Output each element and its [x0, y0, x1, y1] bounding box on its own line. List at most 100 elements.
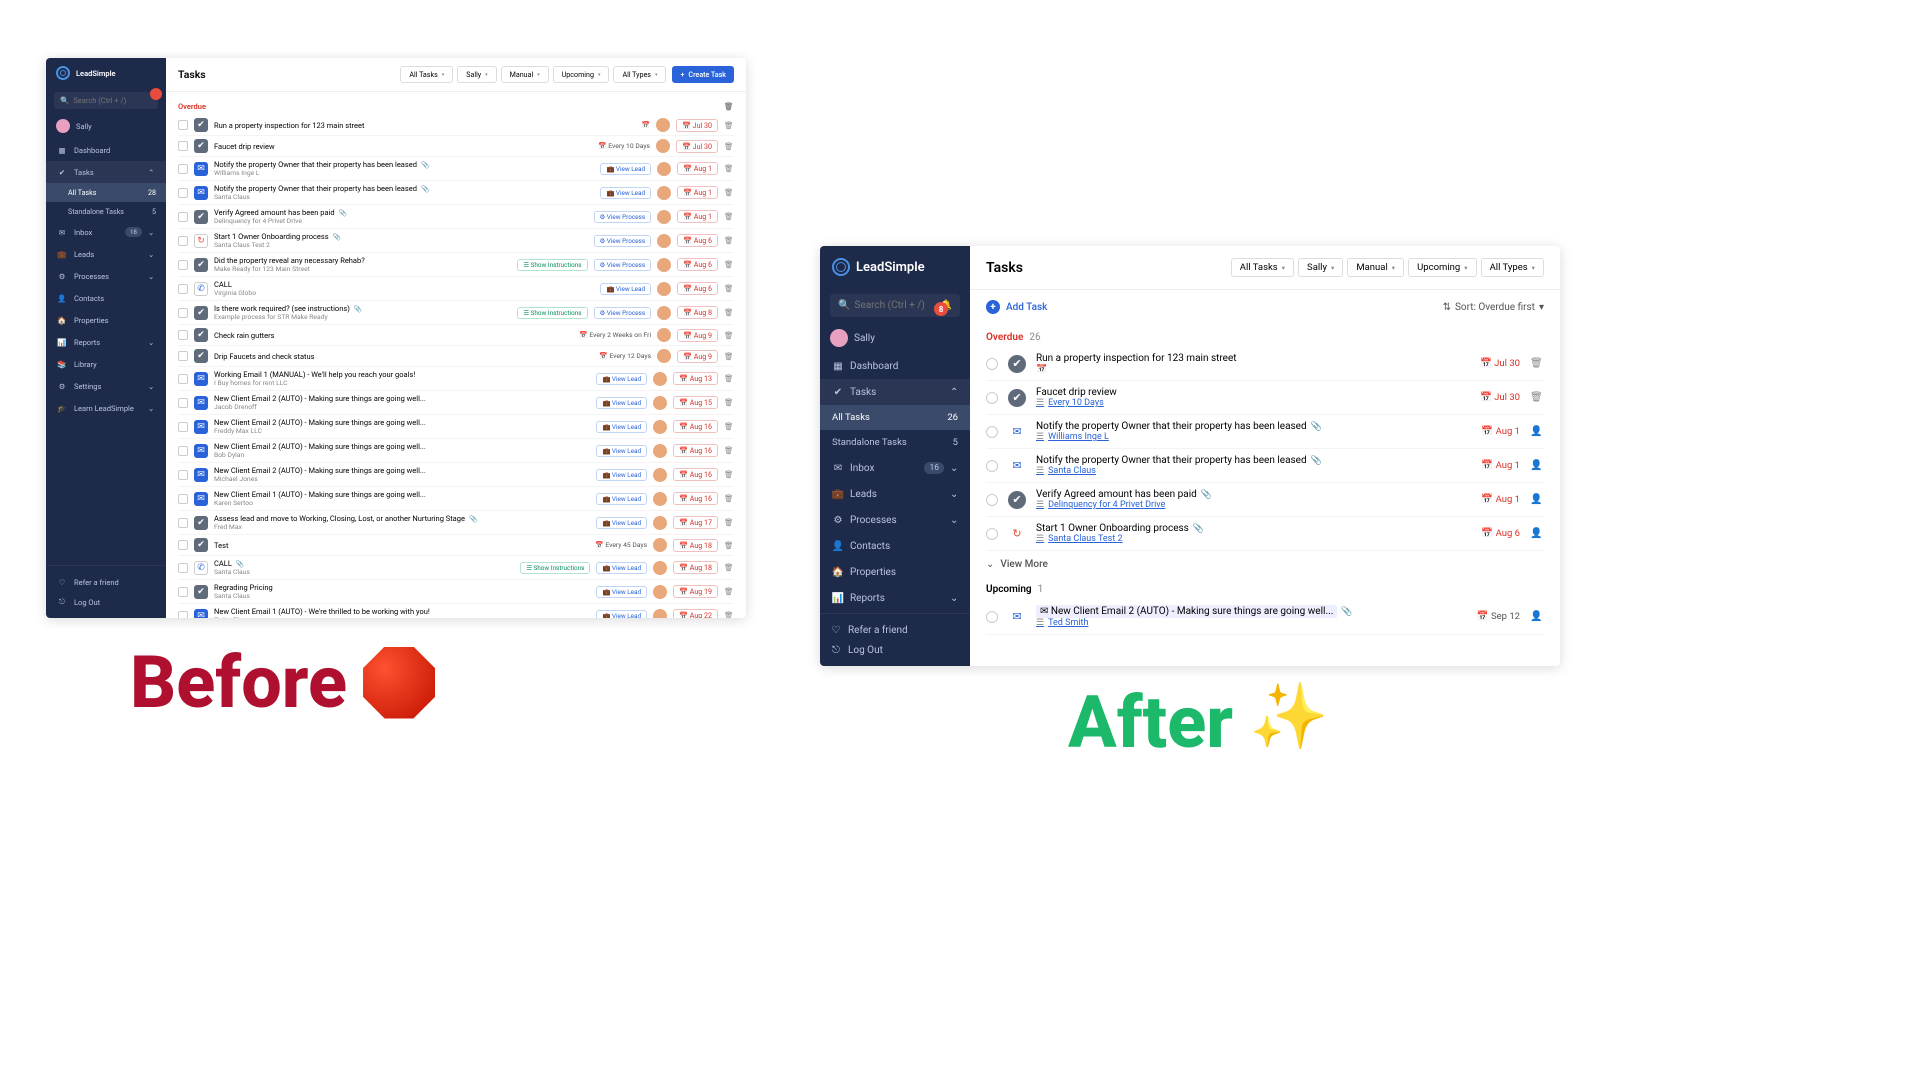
task-row[interactable]: ✔ Check rain gutters 📅 Every 2 Weeks on …: [178, 325, 734, 346]
sidebar-item-dashboard[interactable]: ▦ Dashboard: [820, 353, 970, 379]
task-checkbox[interactable]: [178, 188, 188, 198]
task-checkbox[interactable]: [178, 563, 188, 573]
trash-icon[interactable]: 🗑: [724, 121, 734, 130]
filter-manual[interactable]: Manual▾: [501, 66, 549, 83]
trash-icon[interactable]: 🗑: [724, 102, 734, 111]
search-input[interactable]: [73, 96, 152, 105]
view-pill[interactable]: 💼 View Lead: [596, 469, 647, 481]
task-checkbox[interactable]: [178, 120, 188, 130]
show-instructions-pill[interactable]: ☰ Show Instructions: [517, 259, 587, 271]
view-pill[interactable]: 💼 View Lead: [596, 517, 647, 529]
view-pill[interactable]: 💼 View Lead: [596, 586, 647, 598]
trash-icon[interactable]: 🗑: [724, 352, 734, 361]
task-checkbox[interactable]: [178, 260, 188, 270]
task-row[interactable]: ✉ ✉ New Client Email 2 (AUTO) - Making s…: [986, 599, 1544, 635]
task-row[interactable]: ✔ Run a property inspection for 123 main…: [178, 115, 734, 136]
task-row[interactable]: ✔ Verify Agreed amount has been paid 📎 D…: [178, 205, 734, 229]
task-row[interactable]: ✔ Faucet drip review 📅 Every 10 Days 📅 J…: [178, 136, 734, 157]
footer-log-out[interactable]: ⎋Log Out: [56, 592, 156, 612]
view-pill[interactable]: ⚙ View Process: [594, 259, 652, 271]
view-pill[interactable]: 💼 View Lead: [600, 283, 651, 295]
task-row[interactable]: ✉ New Client Email 1 (AUTO) - Making sur…: [178, 487, 734, 511]
show-instructions-pill[interactable]: ☰ Show Instructions: [520, 562, 590, 574]
task-row[interactable]: ✉ Notify the property Owner that their p…: [986, 449, 1544, 483]
task-row[interactable]: ↻ Start 1 Owner Onboarding process 📎 ☰ S…: [986, 517, 1544, 551]
view-pill[interactable]: 💼 View Lead: [596, 421, 647, 433]
sidebar-item-properties[interactable]: 🏠 Properties: [820, 559, 970, 585]
task-checkbox[interactable]: [178, 374, 188, 384]
filter-upcoming[interactable]: Upcoming▾: [1408, 258, 1476, 277]
sidebar-item-library[interactable]: 📚 Library: [46, 353, 166, 375]
task-row[interactable]: ✉ New Client Email 2 (AUTO) - Making sur…: [178, 463, 734, 487]
sidebar-item-properties[interactable]: 🏠 Properties: [46, 309, 166, 331]
task-row[interactable]: ✆ CALL Virginia Globo 💼 View Lead 📅 Aug …: [178, 277, 734, 301]
task-row[interactable]: ✉ New Client Email 1 (AUTO) - We're thri…: [178, 604, 734, 618]
person-icon[interactable]: 👤: [1530, 528, 1544, 539]
sidebar-subitem-standalone-tasks[interactable]: Standalone Tasks5: [820, 430, 970, 455]
sidebar-subitem-standalone-tasks[interactable]: Standalone Tasks5: [46, 202, 166, 221]
task-subtitle[interactable]: ☰ Delinquency for 4 Privet Drive: [1036, 500, 1471, 510]
filter-sally[interactable]: Sally▾: [1298, 258, 1343, 277]
sidebar-item-leads[interactable]: 💼 Leads ⌄: [820, 481, 970, 507]
person-icon[interactable]: 👤: [1530, 460, 1544, 471]
search-bar[interactable]: 🔍: [54, 92, 158, 109]
task-radio[interactable]: [986, 611, 998, 623]
trash-icon[interactable]: 🗑: [724, 587, 734, 596]
task-subtitle[interactable]: ☰ Santa Claus: [1036, 466, 1471, 476]
task-checkbox[interactable]: [178, 164, 188, 174]
task-radio[interactable]: [986, 528, 998, 540]
task-subtitle[interactable]: ☰ Every 10 Days: [1036, 398, 1470, 408]
task-checkbox[interactable]: [178, 540, 188, 550]
trash-icon[interactable]: 🗑: [724, 446, 734, 455]
view-pill[interactable]: 💼 View Lead: [600, 163, 651, 175]
filter-all-types[interactable]: All Types▾: [613, 66, 666, 83]
view-pill[interactable]: 💼 View Lead: [596, 562, 647, 574]
task-row[interactable]: ✉ Notify the property Owner that their p…: [178, 157, 734, 181]
task-radio[interactable]: [986, 426, 998, 438]
bell-icon[interactable]: 🔔8: [940, 300, 952, 311]
footer-refer-a-friend[interactable]: ♡Refer a friend: [830, 620, 960, 640]
add-task-button[interactable]: + Add Task: [986, 300, 1047, 314]
sidebar-item-inbox[interactable]: ✉ Inbox 16 ⌄: [820, 455, 970, 481]
task-row[interactable]: ✔ Faucet drip review ☰ Every 10 Days 📅 J…: [986, 381, 1544, 415]
trash-icon[interactable]: 🗑: [724, 188, 734, 197]
sidebar-item-leads[interactable]: 💼 Leads ⌄: [46, 243, 166, 265]
show-instructions-pill[interactable]: ☰ Show Instructions: [517, 307, 587, 319]
task-row[interactable]: ✆ CALL 📎 Santa Claus ☰ Show Instructions…: [178, 556, 734, 580]
trash-icon[interactable]: 🗑: [724, 284, 734, 293]
trash-icon[interactable]: 🗑: [1530, 392, 1544, 403]
task-checkbox[interactable]: [178, 308, 188, 318]
task-checkbox[interactable]: [178, 470, 188, 480]
filter-all-types[interactable]: All Types▾: [1481, 258, 1544, 277]
trash-icon[interactable]: 🗑: [724, 236, 734, 245]
trash-icon[interactable]: 🗑: [724, 563, 734, 572]
sidebar-item-contacts[interactable]: 👤 Contacts: [820, 533, 970, 559]
trash-icon[interactable]: 🗑: [724, 212, 734, 221]
task-row[interactable]: ✔ Did the property reveal any necessary …: [178, 253, 734, 277]
notification-badge[interactable]: [150, 88, 162, 100]
task-checkbox[interactable]: [178, 422, 188, 432]
trash-icon[interactable]: 🗑: [724, 611, 734, 618]
sidebar-item-processes[interactable]: ⚙ Processes ⌄: [46, 265, 166, 287]
task-subtitle[interactable]: ☰ Santa Claus Test 2: [1036, 534, 1471, 544]
view-pill[interactable]: ⚙ View Process: [594, 307, 652, 319]
task-radio[interactable]: [986, 358, 998, 370]
trash-icon[interactable]: 🗑: [724, 518, 734, 527]
task-checkbox[interactable]: [178, 284, 188, 294]
view-more-button[interactable]: ⌄ View More: [986, 551, 1544, 578]
person-icon[interactable]: 👤: [1530, 611, 1544, 622]
user-item[interactable]: Sally: [820, 323, 970, 353]
sidebar-item-tasks[interactable]: ✔ Tasks ⌃: [820, 379, 970, 405]
task-checkbox[interactable]: [178, 330, 188, 340]
task-row[interactable]: ✉ New Client Email 2 (AUTO) - Making sur…: [178, 415, 734, 439]
task-list[interactable]: Overdue 26 ✔ Run a property inspection f…: [970, 318, 1560, 666]
task-row[interactable]: ✔ Verify Agreed amount has been paid 📎 ☰…: [986, 483, 1544, 517]
task-row[interactable]: ✔ Assess lead and move to Working, Closi…: [178, 511, 734, 535]
trash-icon[interactable]: 🗑: [724, 422, 734, 431]
task-list[interactable]: Overdue 🗑 ✔ Run a property inspection fo…: [166, 92, 746, 618]
task-row[interactable]: ✔ Run a property inspection for 123 main…: [986, 347, 1544, 381]
task-checkbox[interactable]: [178, 446, 188, 456]
sidebar-item-settings[interactable]: ⚙ Settings ⌄: [46, 375, 166, 397]
filter-sally[interactable]: Sally▾: [457, 66, 496, 83]
task-checkbox[interactable]: [178, 351, 188, 361]
